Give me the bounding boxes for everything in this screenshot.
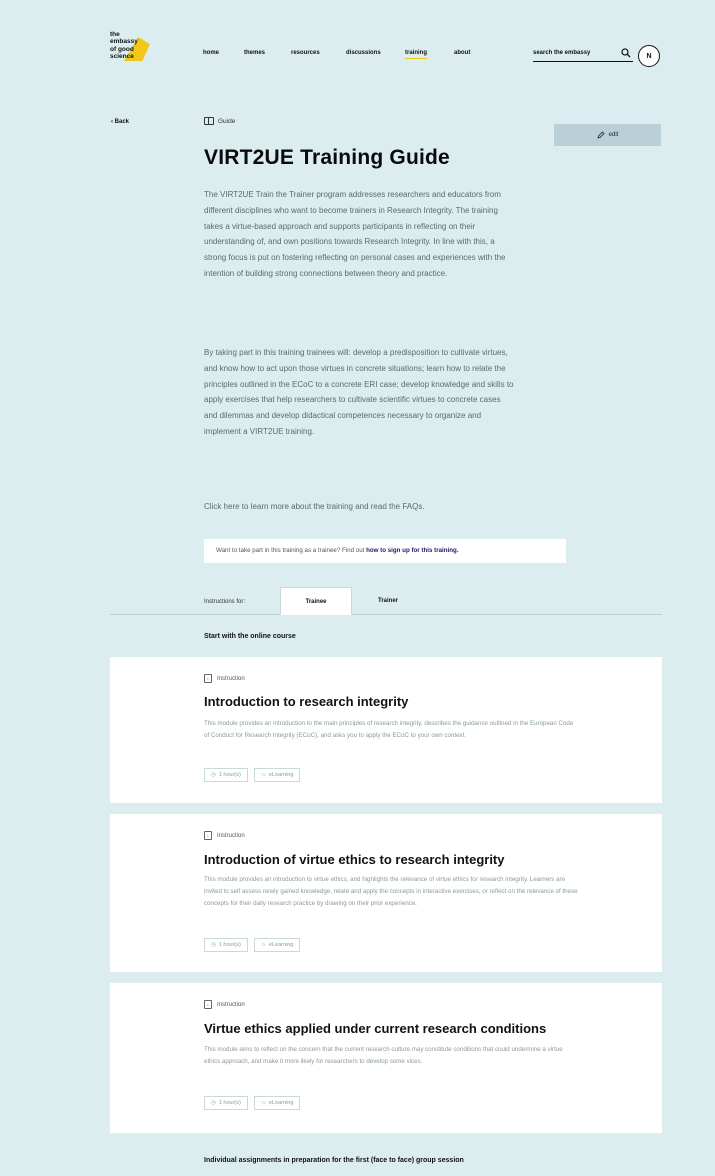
format-badge: ☼ eLearning	[253, 1096, 301, 1110]
nav-themes[interactable]: themes	[244, 50, 265, 56]
format-label: eLearning	[268, 1100, 294, 1106]
instructions-tabs: Instructions for: Trainee Trainer	[110, 587, 662, 615]
lightbulb-icon: ☼	[260, 772, 266, 778]
back-label: Back	[114, 119, 130, 125]
book-icon	[204, 117, 214, 125]
tab-trainer[interactable]: Trainer	[352, 587, 424, 615]
card-description: This module provides an introduction to …	[204, 876, 578, 907]
card-title[interactable]: Introduction of virtue ethics to researc…	[204, 852, 505, 867]
duration-label: 1 hour(s)	[218, 942, 241, 948]
search-placeholder: search the embassy	[533, 50, 591, 56]
instruction-icon: i	[204, 831, 212, 840]
content-type-tag: Guide	[204, 117, 235, 125]
instruction-icon: i	[204, 674, 212, 683]
search-icon[interactable]	[621, 48, 631, 58]
user-avatar[interactable]: N	[638, 45, 660, 67]
search-input[interactable]: search the embassy	[533, 45, 633, 62]
duration-badge: ◷ 1 hour(s)	[204, 768, 248, 782]
edit-label: edit	[608, 132, 619, 138]
section-heading-online-course: Start with the online course	[204, 633, 296, 640]
card-type: i Instruction	[204, 674, 245, 683]
back-link[interactable]: ‹ Back	[111, 119, 129, 125]
nav-training[interactable]: training	[405, 50, 427, 59]
nav-resources[interactable]: resources	[291, 50, 320, 56]
card-type-label: Instruction	[217, 832, 245, 839]
instruction-icon: i	[204, 1000, 212, 1009]
card-title[interactable]: Introduction to research integrity	[204, 694, 408, 709]
logo-text: the embassy of good science	[110, 31, 138, 61]
signup-link[interactable]: how to sign up for this training.	[366, 547, 458, 554]
format-badge: ☼ eLearning	[253, 938, 301, 952]
format-label: eLearning	[268, 772, 294, 778]
nav-home[interactable]: home	[203, 50, 219, 56]
card-badges: ◷ 1 hour(s) ☼ eLearning	[204, 1096, 301, 1110]
card-description: This module aims to reflect on the conce…	[204, 1046, 563, 1065]
lightbulb-icon: ☼	[260, 942, 266, 948]
clock-icon: ◷	[211, 1100, 216, 1106]
clock-icon: ◷	[211, 772, 216, 778]
nav-about[interactable]: about	[454, 50, 470, 56]
chevron-left-icon: ‹	[111, 119, 113, 125]
card-type: i Instruction	[204, 831, 245, 840]
duration-label: 1 hour(s)	[218, 1100, 241, 1106]
pencil-icon	[597, 131, 605, 139]
duration-badge: ◷ 1 hour(s)	[204, 938, 248, 952]
instructions-for-label: Instructions for:	[204, 599, 246, 605]
nav-discussions[interactable]: discussions	[346, 50, 381, 56]
signup-text: Want to take part in this training as a …	[216, 547, 367, 554]
clock-icon: ◷	[211, 942, 216, 948]
card-type-label: Instruction	[217, 675, 245, 682]
duration-badge: ◷ 1 hour(s)	[204, 1096, 248, 1110]
page: the embassy of good science home themes …	[0, 0, 715, 1176]
card-type-label: Instruction	[217, 1001, 245, 1008]
duration-label: 1 hour(s)	[218, 772, 241, 778]
module-card[interactable]: i Instruction Virtue ethics applied unde…	[110, 983, 662, 1133]
site-logo[interactable]: the embassy of good science	[110, 31, 158, 77]
card-badges: ◷ 1 hour(s) ☼ eLearning	[204, 768, 301, 782]
module-card[interactable]: i Instruction Introduction of virtue eth…	[110, 814, 662, 972]
format-badge: ☼ eLearning	[253, 768, 301, 782]
signup-notice: Want to take part in this training as a …	[204, 539, 566, 563]
card-type: i Instruction	[204, 1000, 245, 1009]
intro-paragraph: The VIRT2UE Train the Trainer program ad…	[204, 190, 506, 278]
content-type-label: Guide	[218, 117, 236, 125]
module-card[interactable]: i Instruction Introduction to research i…	[110, 657, 662, 803]
card-description: This module provides an introduction to …	[204, 720, 574, 739]
tab-trainee[interactable]: Trainee	[280, 587, 352, 615]
lightbulb-icon: ☼	[260, 1100, 266, 1106]
card-title[interactable]: Virtue ethics applied under current rese…	[204, 1021, 546, 1036]
format-label: eLearning	[268, 942, 294, 948]
outcomes-paragraph: By taking part in this training trainees…	[204, 348, 514, 436]
card-badges: ◷ 1 hour(s) ☼ eLearning	[204, 938, 301, 952]
learn-more-link[interactable]: Click here to learn more about the train…	[204, 499, 514, 515]
edit-button[interactable]: edit	[554, 124, 661, 146]
page-title: VIRT2UE Training Guide	[204, 146, 450, 169]
section-heading-assignments: Individual assignments in preparation fo…	[204, 1157, 464, 1164]
